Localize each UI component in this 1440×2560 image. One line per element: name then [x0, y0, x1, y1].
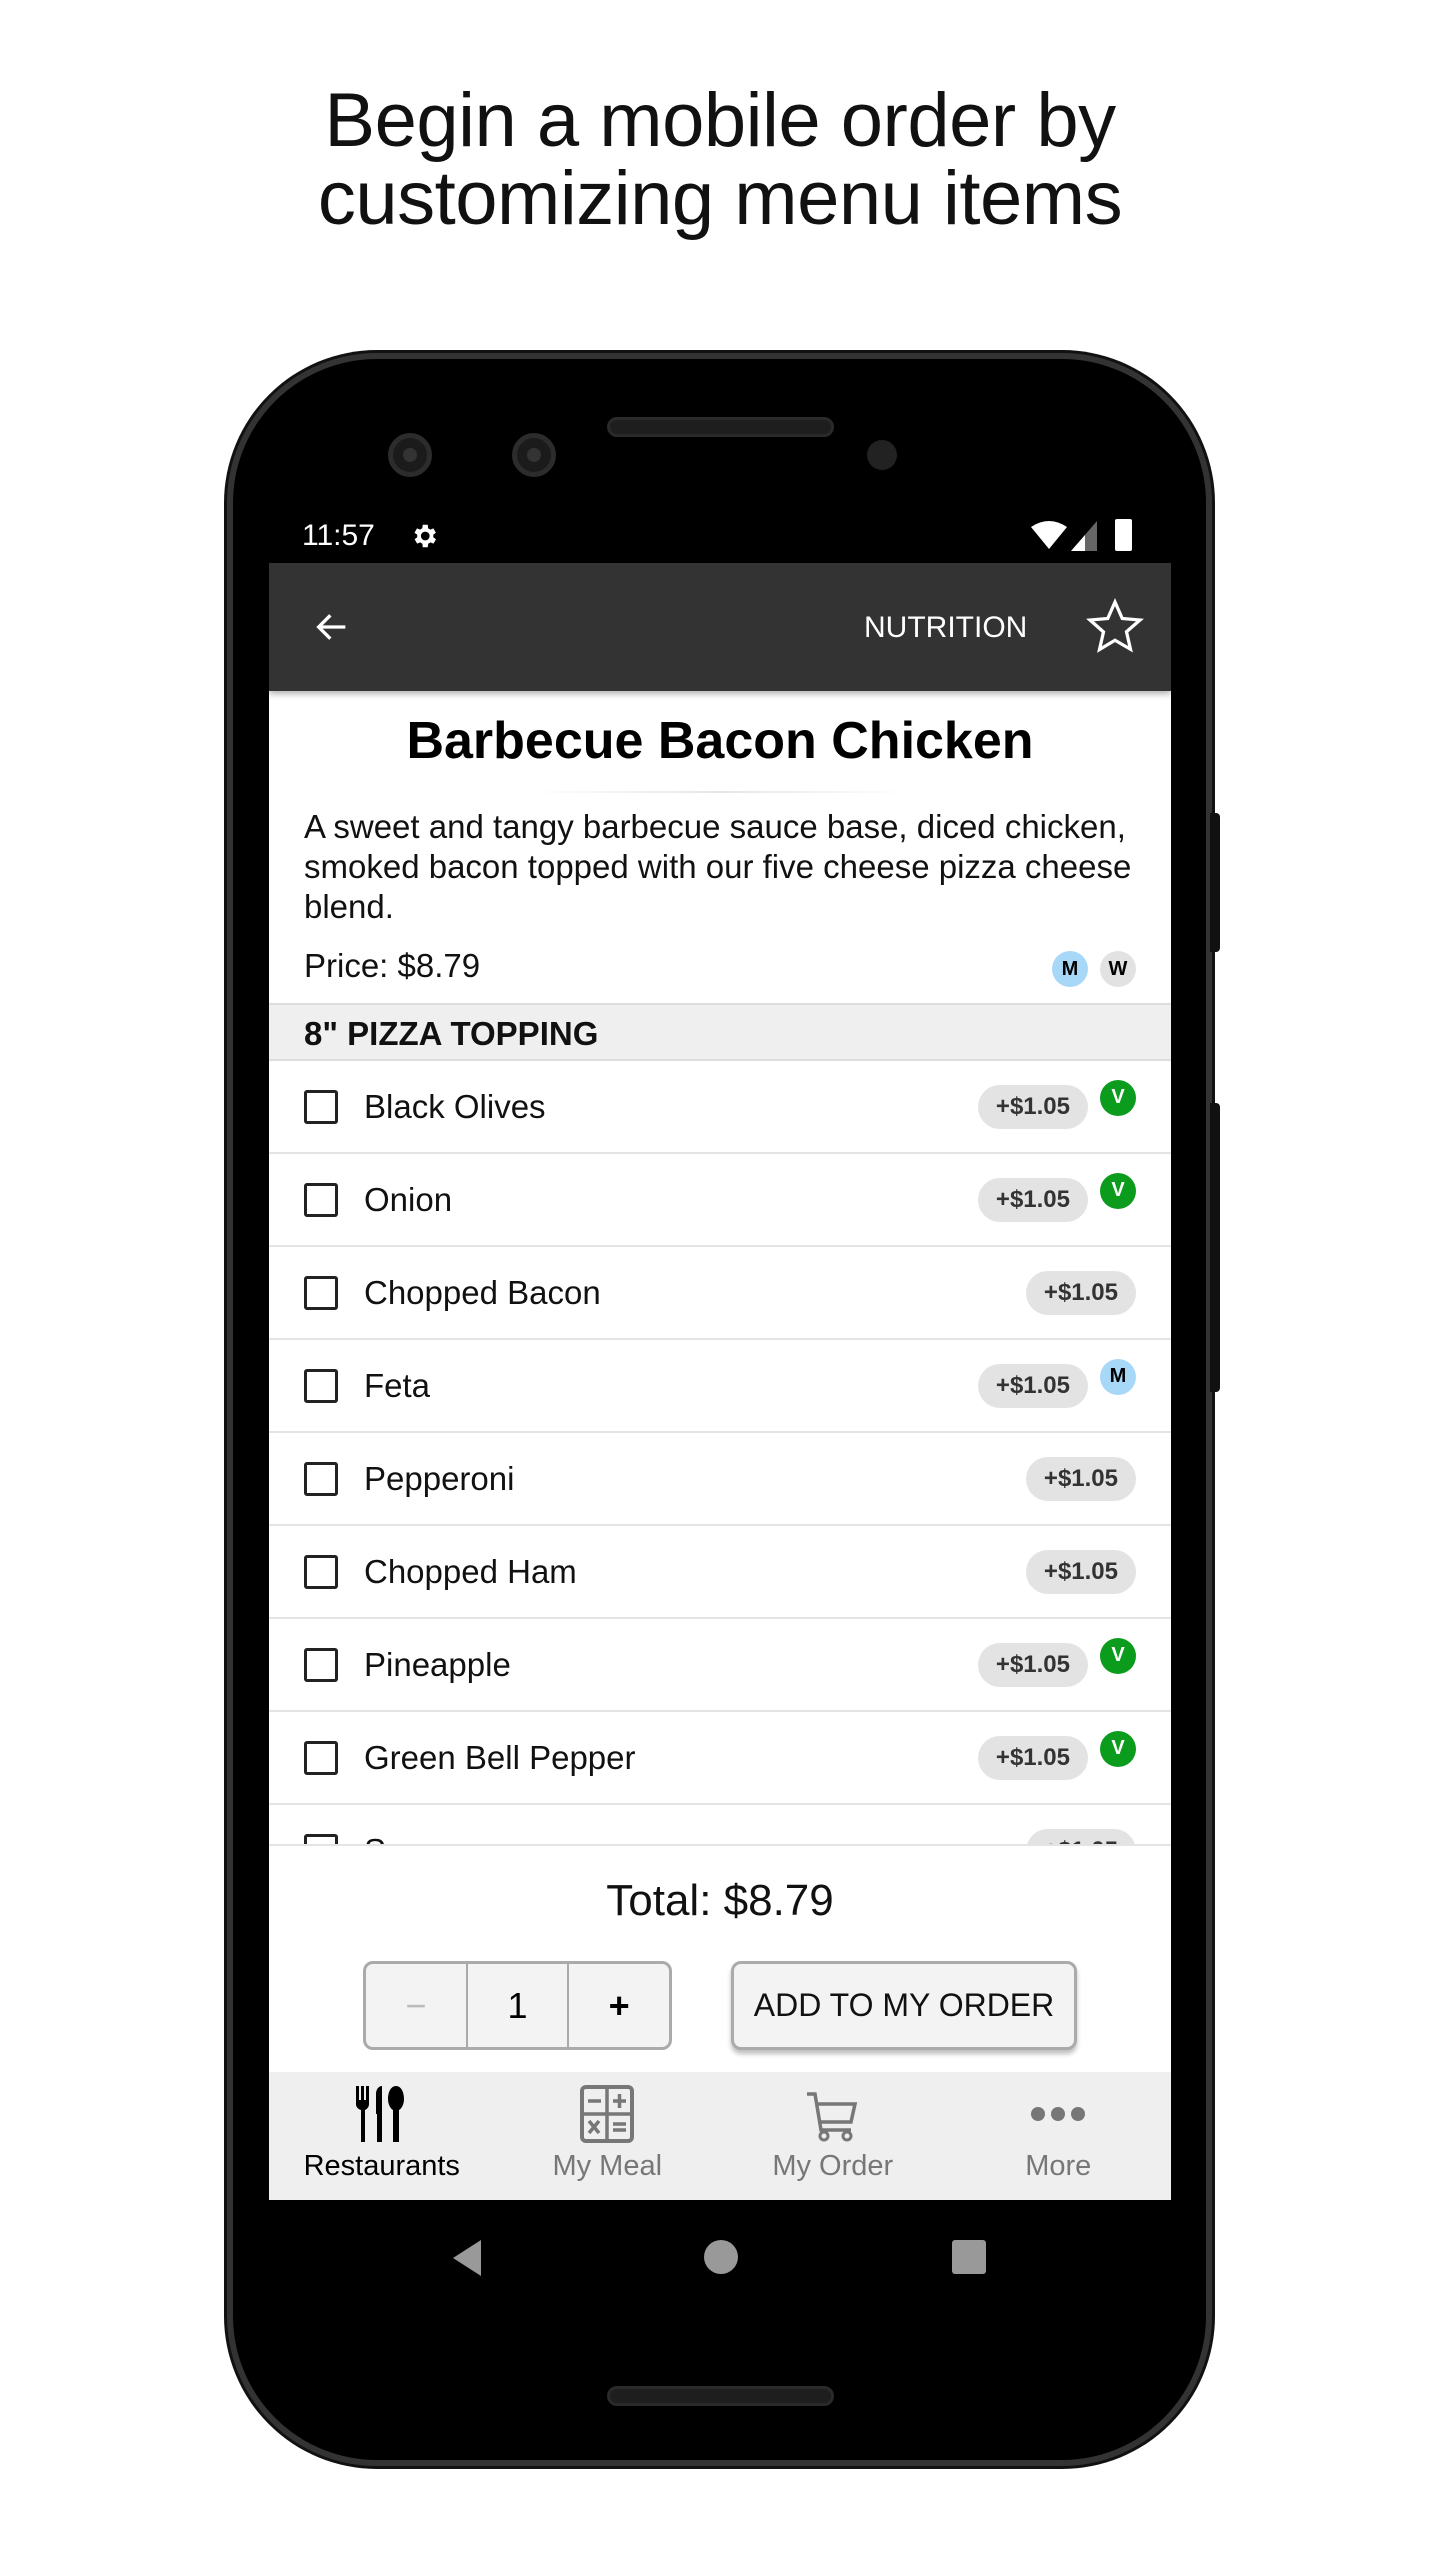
topping-checkbox[interactable]: [304, 1461, 338, 1496]
dietary-badge-m: M: [1052, 951, 1088, 988]
headline: Begin a mobile order by customizing menu…: [0, 82, 1440, 238]
app-bar: NUTRITION: [269, 563, 1171, 691]
bottom-nav: Restaurants My Meal My Order More: [269, 2072, 1171, 2200]
dietary-badge-w: W: [1100, 951, 1136, 988]
decrease-quantity-button[interactable]: −: [366, 1964, 468, 2047]
add-to-order-button[interactable]: ADD TO MY ORDER: [731, 1961, 1077, 2050]
topping-name: Pineapple: [364, 1645, 511, 1683]
calculator-icon: [580, 2085, 635, 2143]
item-detail-scroll[interactable]: Barbecue Bacon Chicken A sweet and tangy…: [269, 691, 1171, 1844]
utensils-icon: [355, 2086, 404, 2142]
item-description: A sweet and tangy barbecue sauce base, d…: [304, 808, 1132, 925]
topping-price: +$1.05: [977, 1642, 1088, 1687]
tab-label: Restaurants: [303, 2150, 460, 2182]
nav-home-icon[interactable]: [704, 2240, 738, 2274]
nutrition-button[interactable]: NUTRITION: [864, 611, 1027, 645]
dietary-badge: V: [1100, 1079, 1136, 1116]
topping-row[interactable]: Black Olives +$1.05 V: [269, 1061, 1171, 1154]
topping-name: Chopped Bacon: [364, 1273, 601, 1311]
topping-name: Sausage: [364, 1832, 1026, 1845]
battery-icon: [1115, 519, 1132, 551]
tab-restaurants[interactable]: Restaurants: [269, 2072, 495, 2200]
sensor-dot: [867, 440, 897, 470]
power-button: [1210, 813, 1220, 952]
topping-checkbox[interactable]: [304, 1182, 338, 1217]
topping-checkbox[interactable]: [304, 1089, 338, 1124]
headline-line-2: customizing menu items: [317, 156, 1123, 241]
screen: 11:57 NUTRITION Barbecue Bacon Chicken A…: [269, 509, 1171, 2315]
order-total: Total: $8.79: [606, 1876, 834, 1925]
item-title: Barbecue Bacon Chicken: [406, 712, 1034, 770]
topping-checkbox[interactable]: [304, 1833, 338, 1844]
settings-gear-icon: [414, 524, 436, 548]
topping-price: +$1.05: [1025, 1456, 1136, 1501]
wifi-icon: [1031, 521, 1067, 549]
back-arrow-icon[interactable]: [311, 607, 353, 647]
topping-row[interactable]: Pineapple +$1.05 V: [269, 1619, 1171, 1712]
system-nav-bar: [269, 2200, 1171, 2315]
topping-price: +$1.05: [1025, 1828, 1136, 1844]
nav-recents-icon[interactable]: [952, 2240, 986, 2274]
topping-row[interactable]: Sausage +$1.05: [269, 1805, 1171, 1844]
status-bar: 11:57: [269, 509, 1171, 563]
topping-checkbox[interactable]: [304, 1368, 338, 1403]
tab-more[interactable]: More: [946, 2072, 1172, 2200]
topping-name: Pepperoni: [364, 1459, 515, 1497]
topping-row[interactable]: Onion +$1.05 V: [269, 1154, 1171, 1247]
topping-name: Chopped Ham: [364, 1552, 577, 1590]
dietary-badge: V: [1100, 1172, 1136, 1209]
topping-checkbox[interactable]: [304, 1647, 338, 1682]
dietary-badge: V: [1100, 1637, 1136, 1674]
bottom-speaker: [607, 2386, 834, 2406]
topping-checkbox[interactable]: [304, 1275, 338, 1310]
topping-row[interactable]: Chopped Ham +$1.05: [269, 1526, 1171, 1619]
more-dots-icon: [1031, 2107, 1086, 2121]
topping-checkbox[interactable]: [304, 1740, 338, 1775]
topping-row[interactable]: Pepperoni +$1.05: [269, 1433, 1171, 1526]
dietary-badge: M: [1100, 1358, 1136, 1395]
topping-row[interactable]: Chopped Bacon +$1.05: [269, 1247, 1171, 1340]
camera-icon: [388, 433, 432, 477]
signal-icon: [1071, 521, 1097, 551]
topping-name: Feta: [364, 1366, 431, 1404]
camera-icon: [512, 433, 556, 477]
topping-checkbox[interactable]: [304, 1554, 338, 1589]
topping-price: +$1.05: [977, 1735, 1088, 1780]
quantity-value: 1: [468, 1964, 570, 2047]
order-footer: Total: $8.79 − 1 + ADD TO MY ORDER: [269, 1844, 1171, 2072]
price-row: Price: $8.79 MW: [269, 927, 1171, 991]
topping-row[interactable]: Feta +$1.05 M: [269, 1340, 1171, 1433]
nav-back-icon[interactable]: [449, 2238, 485, 2278]
topping-name: Black Olives: [364, 1087, 546, 1125]
volume-button: [1210, 1103, 1220, 1392]
topping-name: Onion: [364, 1180, 453, 1218]
topping-price: +$1.05: [977, 1177, 1088, 1222]
cart-icon: [806, 2092, 857, 2142]
topping-row[interactable]: Green Bell Pepper +$1.05 V: [269, 1712, 1171, 1805]
topping-price: +$1.05: [977, 1084, 1088, 1129]
tab-label: My Order: [772, 2150, 894, 2182]
topping-name: Green Bell Pepper: [364, 1738, 636, 1776]
top-speaker: [607, 417, 834, 437]
topping-price: +$1.05: [1025, 1270, 1136, 1315]
quantity-stepper: − 1 +: [363, 1961, 672, 2050]
dietary-badge: V: [1100, 1730, 1136, 1767]
tab-my-meal[interactable]: My Meal: [495, 2072, 721, 2200]
tab-label: My Meal: [552, 2150, 663, 2182]
increase-quantity-button[interactable]: +: [569, 1964, 669, 2047]
headline-line-1: Begin a mobile order by: [324, 78, 1116, 163]
topping-price: +$1.05: [1025, 1549, 1136, 1594]
topping-price: +$1.05: [977, 1363, 1088, 1408]
favorite-star-icon[interactable]: [1085, 597, 1145, 657]
section-header: 8" PIZZA TOPPING: [269, 1003, 1171, 1061]
tab-label: More: [1025, 2150, 1092, 2182]
item-price: Price: $8.79: [304, 947, 481, 984]
status-time: 11:57: [302, 519, 375, 552]
tab-my-order[interactable]: My Order: [720, 2072, 946, 2200]
